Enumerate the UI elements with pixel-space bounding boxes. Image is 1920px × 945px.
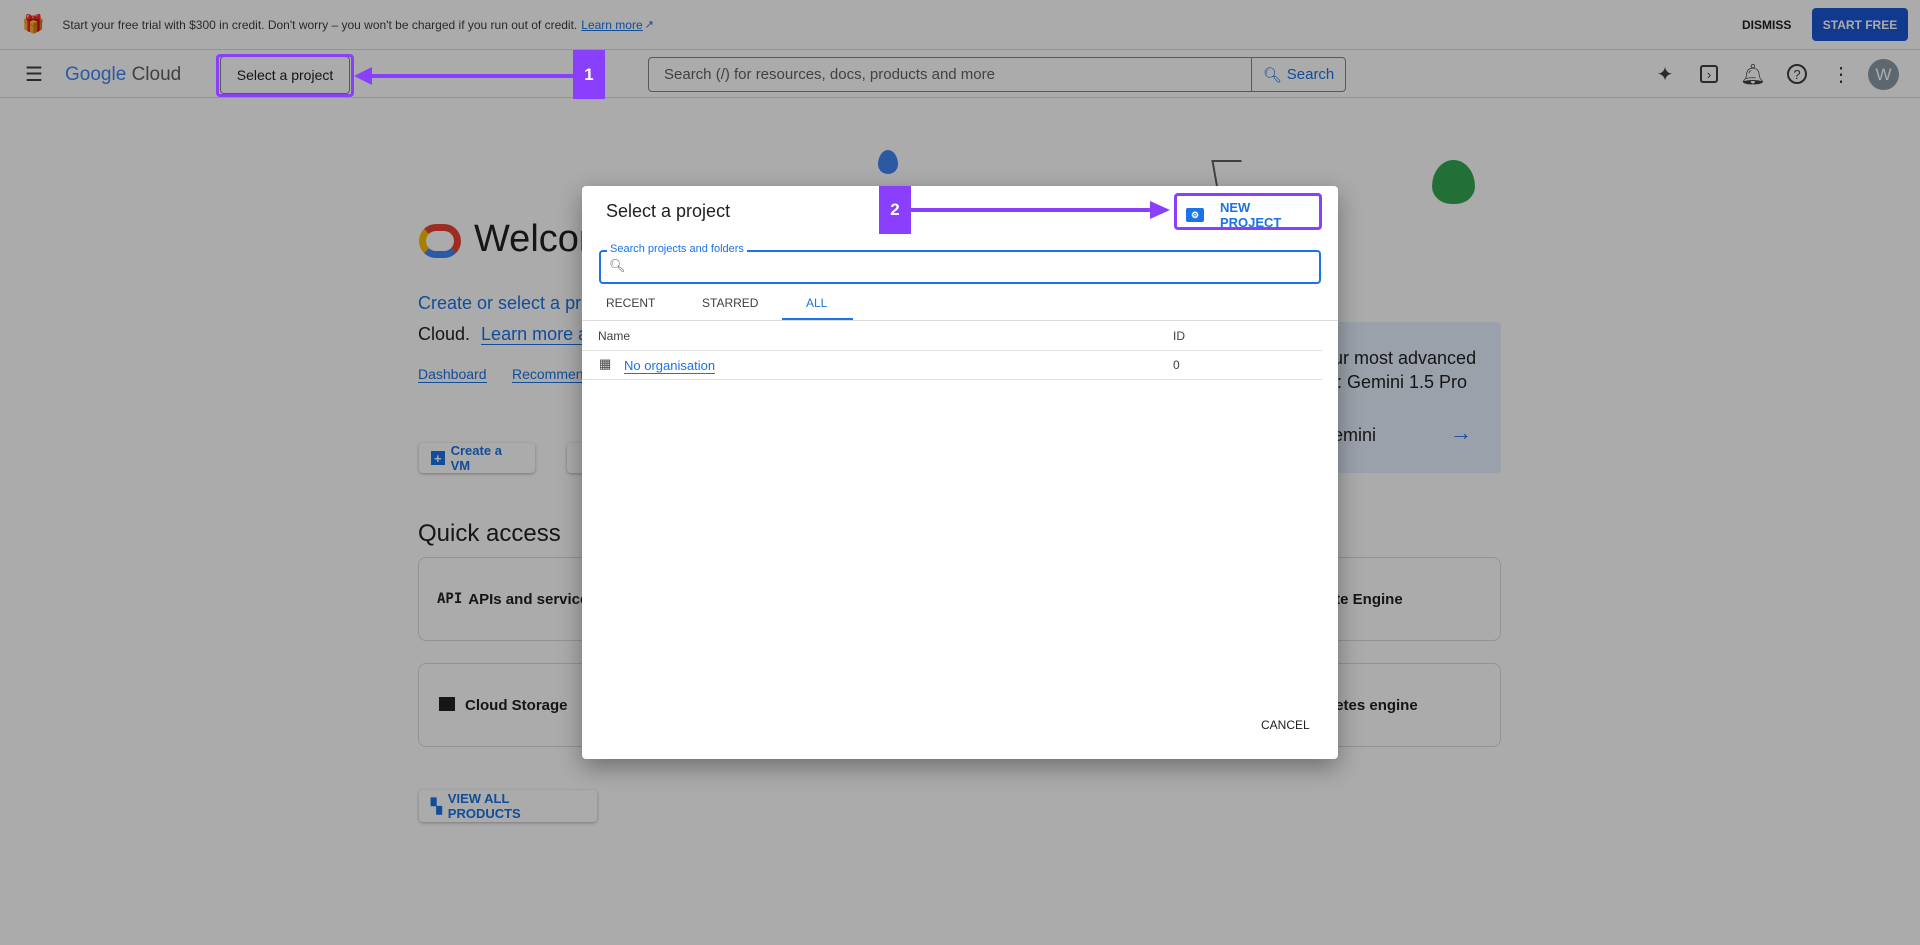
search-icon: 🔍︎ <box>609 258 626 273</box>
annotation-arrow-2 <box>911 208 1151 212</box>
tab-divider <box>582 320 1338 321</box>
annotation-highlight-new-project <box>1174 193 1322 230</box>
tab-all[interactable]: ALL <box>806 296 827 310</box>
organisation-building-icon: ▦ <box>599 356 612 371</box>
annotation-highlight-project-picker <box>216 54 354 97</box>
annotation-arrow-1 <box>362 74 573 78</box>
tab-starred[interactable]: STARRED <box>702 296 758 310</box>
annotation-step-2: 2 <box>879 186 911 234</box>
select-project-dialog: Select a project ⚙ NEW PROJECT Search pr… <box>582 186 1338 759</box>
column-header-id[interactable]: ID <box>1173 329 1185 343</box>
project-search-field[interactable]: Search projects and folders 🔍︎ <box>599 243 1321 284</box>
annotation-arrowhead-2 <box>1150 201 1170 219</box>
annotation-step-1: 1 <box>573 50 605 99</box>
organisation-id: 0 <box>1173 358 1180 372</box>
annotation-arrowhead-1 <box>354 67 372 85</box>
dialog-title: Select a project <box>606 201 731 221</box>
tab-recent[interactable]: RECENT <box>606 296 655 310</box>
organisation-name-link[interactable]: No organisation <box>624 358 716 374</box>
cancel-button[interactable]: CANCEL <box>1261 718 1310 732</box>
search-field-label: Search projects and folders <box>607 243 747 255</box>
table-row[interactable]: ▦ No organisation 0 <box>582 351 1322 380</box>
column-header-name[interactable]: Name <box>598 329 630 343</box>
